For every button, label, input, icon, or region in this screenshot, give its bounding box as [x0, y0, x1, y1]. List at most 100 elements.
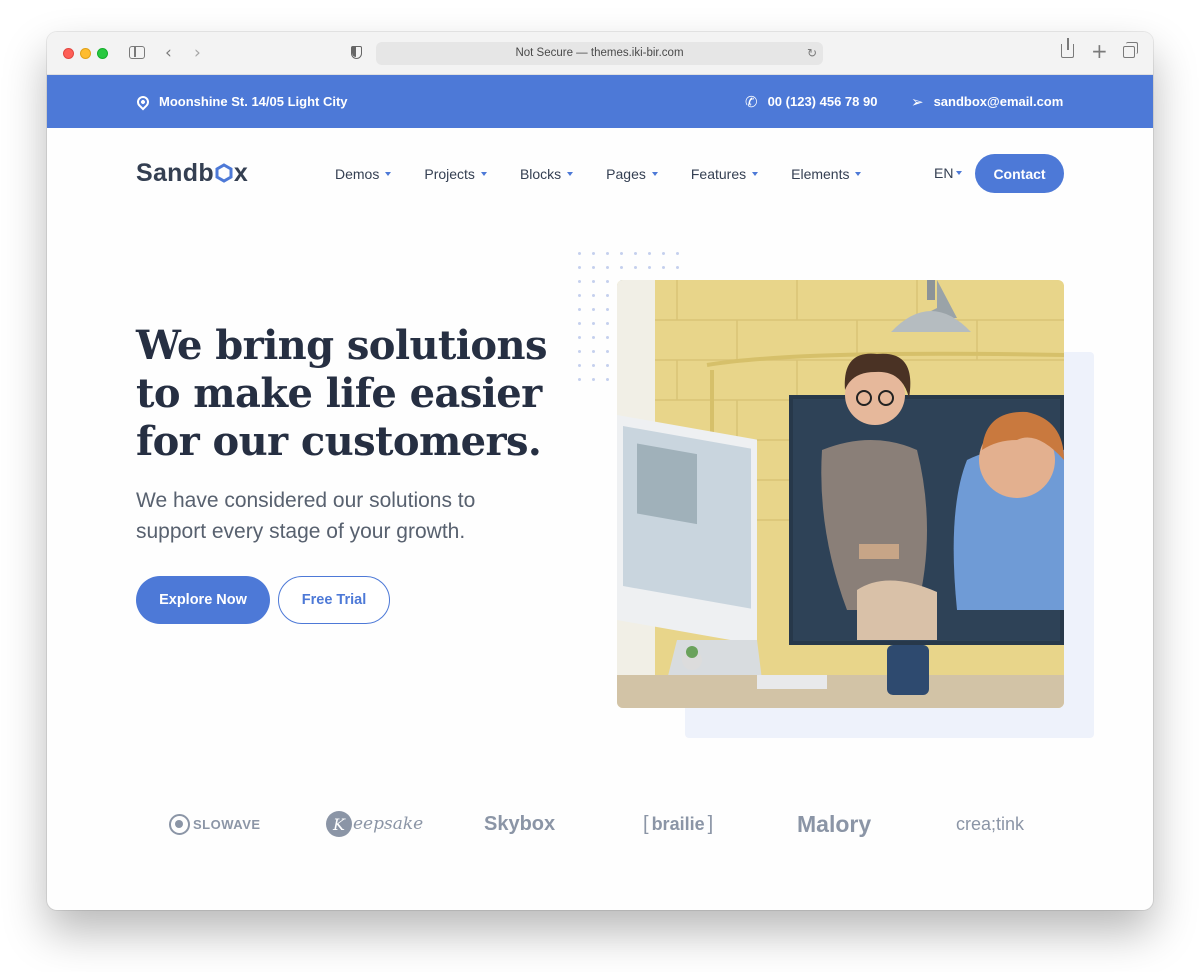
free-trial-button[interactable]: Free Trial [278, 576, 390, 624]
decorative-dot [592, 350, 595, 353]
nav-item-features[interactable]: Features [691, 163, 759, 185]
decorative-dot [592, 266, 595, 269]
bracket-left-icon: [ [643, 812, 649, 835]
location-pin-icon [134, 93, 152, 110]
client-logo-slowave[interactable]: SLOWAVE [169, 804, 261, 844]
chevron-down-icon [480, 172, 487, 176]
chevron-down-icon [752, 172, 759, 176]
nav-label: Elements [791, 166, 850, 182]
nav-label: Pages [606, 166, 646, 182]
nav-label: Blocks [519, 166, 562, 182]
close-window-button[interactable] [63, 48, 74, 59]
address-text: Moonshine St. 14/05 Light City [159, 94, 348, 109]
client-logo-keepsake[interactable]: K eepsake [326, 804, 423, 844]
decorative-dot [578, 280, 581, 283]
share-icon[interactable] [1061, 38, 1074, 58]
decorative-dot [578, 336, 581, 339]
decorative-dot [634, 266, 637, 269]
decorative-dot [606, 336, 609, 339]
decorative-dot [606, 308, 609, 311]
decorative-dot [648, 252, 651, 255]
decorative-dot [606, 364, 609, 367]
decorative-dot [578, 322, 581, 325]
forward-icon[interactable]: › [194, 43, 201, 63]
hero-subtitle: We have considered our solutions to supp… [136, 489, 476, 543]
tab-overview-icon[interactable] [1123, 42, 1138, 58]
chevron-down-icon [651, 172, 658, 176]
decorative-dot [606, 294, 609, 297]
nav-item-pages[interactable]: Pages [606, 163, 658, 185]
logo-hexagon-icon [215, 161, 233, 183]
phone-icon: ✆ [745, 92, 758, 111]
new-tab-icon[interactable]: + [1091, 39, 1108, 63]
decorative-dot [578, 252, 581, 255]
client-logos: SLOWAVE K eepsake Skybox [ brailie ] Mal… [47, 804, 1153, 844]
decorative-dot [592, 322, 595, 325]
send-icon: ➢ [911, 92, 924, 111]
decorative-dot [592, 252, 595, 255]
chevron-down-icon [567, 172, 574, 176]
decorative-dot [676, 266, 679, 269]
decorative-dot [592, 336, 595, 339]
browser-window: ‹ › Not Secure — themes.iki-bir.com ↻ + … [47, 32, 1153, 910]
decorative-dot [578, 378, 581, 381]
minimize-window-button[interactable] [80, 48, 91, 59]
client-name: brailie [651, 813, 705, 834]
client-name: Malory [797, 810, 872, 837]
nav-label: Demos [335, 166, 380, 182]
client-logo-skybox[interactable]: Skybox [484, 804, 555, 844]
sidebar-icon[interactable] [129, 46, 145, 59]
decorative-dot [592, 364, 595, 367]
contact-button[interactable]: Contact [975, 154, 1064, 193]
url-text: Not Secure — themes.iki-bir.com [515, 47, 684, 59]
privacy-shield-icon[interactable] [351, 46, 362, 59]
phone-info[interactable]: ✆ 00 (123) 456 78 90 [745, 75, 877, 128]
decorative-dot [662, 266, 665, 269]
nav-item-blocks[interactable]: Blocks [519, 163, 574, 185]
address-info: Moonshine St. 14/05 Light City [134, 75, 348, 128]
decorative-dot [592, 378, 595, 381]
decorative-dot [578, 308, 581, 311]
explore-now-button[interactable]: Explore Now [136, 576, 270, 624]
slowave-logo-icon [169, 813, 190, 835]
hero-title: We bring solutions to make life easier f… [136, 322, 547, 465]
bracket-right-icon: ] [707, 812, 714, 835]
decorative-dot [620, 266, 623, 269]
contact-topbar: Moonshine St. 14/05 Light City ✆ 00 (123… [47, 75, 1153, 128]
nav-item-demos[interactable]: Demos [335, 163, 392, 185]
decorative-dot [662, 252, 665, 255]
site-logo[interactable]: Sandb x [136, 159, 248, 188]
decorative-dot [592, 280, 595, 283]
decorative-dot [578, 350, 581, 353]
decorative-dot [606, 350, 609, 353]
client-name: SLOWAVE [193, 816, 261, 832]
chevron-down-icon [385, 172, 392, 176]
decorative-dot [606, 252, 609, 255]
reload-icon[interactable]: ↻ [807, 42, 817, 65]
decorative-dot [606, 322, 609, 325]
language-label: EN [934, 165, 954, 181]
nav-label: Projects [424, 166, 475, 182]
back-icon[interactable]: ‹ [165, 43, 172, 63]
decorative-dot [578, 364, 581, 367]
decorative-dot [606, 378, 609, 381]
decorative-dot [606, 280, 609, 283]
client-name: eepsake [353, 814, 424, 834]
email-info[interactable]: ➢ sandbox@email.com [911, 75, 1063, 128]
decorative-dot [620, 252, 623, 255]
client-logo-malory[interactable]: Malory [797, 804, 871, 844]
phone-text[interactable]: 00 (123) 456 78 90 [768, 94, 878, 109]
client-name: crea;tink [956, 813, 1025, 834]
email-text[interactable]: sandbox@email.com [934, 94, 1064, 109]
main-nav: Demos Projects Blocks Pages Features Ele… [335, 163, 894, 185]
nav-item-projects[interactable]: Projects [424, 163, 487, 185]
nav-item-elements[interactable]: Elements [791, 163, 862, 185]
language-selector[interactable]: EN [934, 165, 963, 181]
keepsake-logo-icon: K [326, 811, 352, 837]
client-logo-brailie[interactable]: [ brailie ] [640, 804, 716, 844]
browser-toolbar: ‹ › Not Secure — themes.iki-bir.com ↻ + [47, 32, 1153, 75]
decorative-dot [592, 294, 595, 297]
address-bar[interactable]: Not Secure — themes.iki-bir.com ↻ [376, 42, 823, 65]
client-logo-creatink[interactable]: crea;tink [956, 804, 1024, 844]
zoom-window-button[interactable] [97, 48, 108, 59]
